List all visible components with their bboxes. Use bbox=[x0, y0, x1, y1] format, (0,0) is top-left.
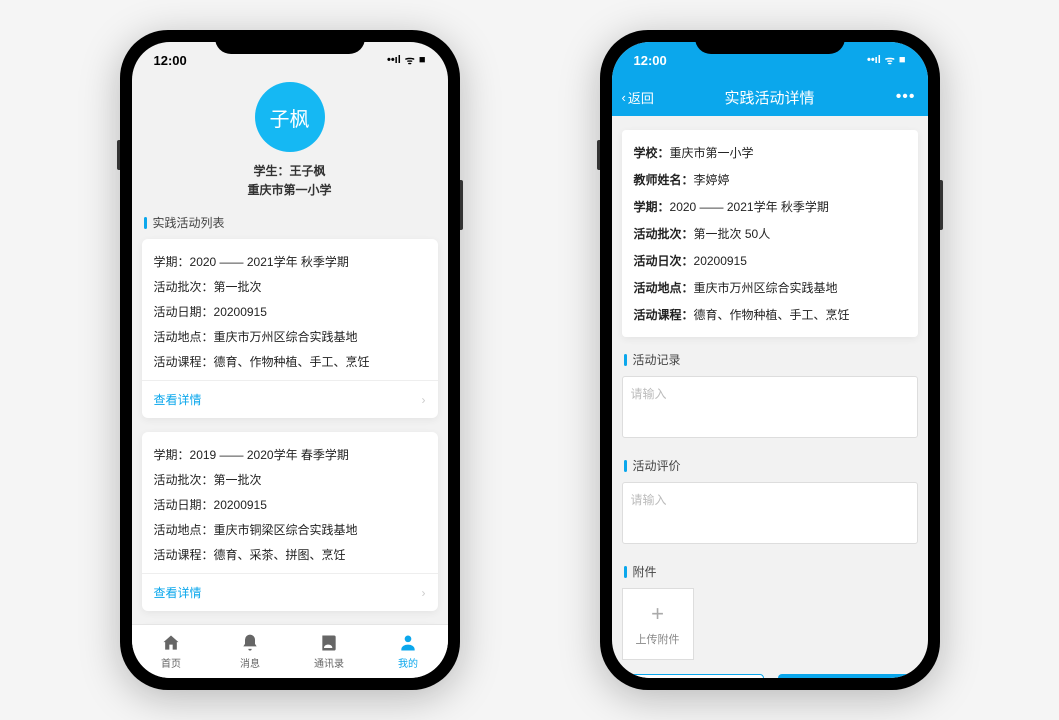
wifi-icon: ᯤ bbox=[885, 53, 895, 68]
view-detail-button[interactable]: 查看详情› bbox=[142, 573, 438, 611]
save-button[interactable]: 保存 bbox=[778, 674, 918, 678]
nav-header: ‹ 返回 实践活动详情 ••• bbox=[612, 78, 928, 116]
bell-icon bbox=[240, 633, 260, 653]
edit-button[interactable]: 编辑 bbox=[622, 674, 764, 678]
user-icon bbox=[398, 633, 418, 653]
page-title: 实践活动详情 bbox=[724, 87, 814, 108]
activity-card: 学期：2020 —— 2021学年 秋季学期 活动批次：第一批次 活动日期：20… bbox=[142, 239, 438, 418]
status-time: 12:00 bbox=[154, 53, 187, 68]
student-info: 学生：王子枫 重庆市第一小学 bbox=[132, 162, 448, 200]
screen: 12:00 ••ıl ᯤ ■ 子枫 学生：王子枫 重庆市第一小学 实践活动列表 … bbox=[132, 42, 448, 678]
tab-bar: 首页 消息 通讯录 我的 bbox=[132, 624, 448, 678]
activity-card: 学期：2019 —— 2020学年 春季学期 活动批次：第一批次 活动日期：20… bbox=[142, 432, 438, 611]
view-detail-button[interactable]: 查看详情› bbox=[142, 380, 438, 418]
upload-button[interactable]: + 上传附件 bbox=[622, 588, 694, 660]
section-title-review: 活动评价 bbox=[612, 457, 928, 482]
battery-icon: ■ bbox=[899, 54, 906, 66]
signal-icon: ••ıl bbox=[867, 54, 881, 66]
action-buttons: 编辑 保存 bbox=[612, 674, 928, 678]
status-time: 12:00 bbox=[634, 53, 667, 68]
section-title-record: 活动记录 bbox=[612, 351, 928, 376]
phone-frame-left: 12:00 ••ıl ᯤ ■ 子枫 学生：王子枫 重庆市第一小学 实践活动列表 … bbox=[120, 30, 460, 690]
review-textarea[interactable] bbox=[622, 482, 918, 544]
screen: 12:00 ••ıl ᯤ ■ ‹ 返回 实践活动详情 ••• 学校：重庆市第一小… bbox=[612, 42, 928, 678]
phone-frame-right: 12:00 ••ıl ᯤ ■ ‹ 返回 实践活动详情 ••• 学校：重庆市第一小… bbox=[600, 30, 940, 690]
status-icons: ••ıl ᯤ ■ bbox=[387, 53, 426, 68]
signal-icon: ••ıl bbox=[387, 54, 401, 66]
section-title-attachment: 附件 bbox=[612, 563, 928, 588]
tab-contacts[interactable]: 通讯录 bbox=[290, 625, 369, 678]
more-button[interactable]: ••• bbox=[896, 88, 916, 106]
status-icons: ••ıl ᯤ ■ bbox=[867, 53, 906, 68]
content-area: 子枫 学生：王子枫 重庆市第一小学 实践活动列表 学期：2020 —— 2021… bbox=[132, 78, 448, 624]
notch bbox=[215, 30, 365, 54]
notch bbox=[695, 30, 845, 54]
back-button[interactable]: ‹ 返回 bbox=[622, 88, 654, 107]
tab-messages[interactable]: 消息 bbox=[211, 625, 290, 678]
chevron-right-icon: › bbox=[422, 586, 426, 600]
record-textarea[interactable] bbox=[622, 376, 918, 438]
tab-profile[interactable]: 我的 bbox=[369, 625, 448, 678]
detail-card: 学校：重庆市第一小学 教师姓名：李婷婷 学期：2020 —— 2021学年 秋季… bbox=[622, 130, 918, 337]
tab-home[interactable]: 首页 bbox=[132, 625, 211, 678]
contacts-icon bbox=[319, 633, 339, 653]
section-title-activities: 实践活动列表 bbox=[132, 214, 448, 239]
chevron-left-icon: ‹ bbox=[622, 90, 626, 105]
avatar[interactable]: 子枫 bbox=[255, 82, 325, 152]
content-area: 学校：重庆市第一小学 教师姓名：李婷婷 学期：2020 —— 2021学年 秋季… bbox=[612, 116, 928, 678]
chevron-right-icon: › bbox=[422, 393, 426, 407]
battery-icon: ■ bbox=[419, 54, 426, 66]
wifi-icon: ᯤ bbox=[405, 53, 415, 68]
plus-icon: + bbox=[651, 601, 664, 627]
home-icon bbox=[161, 633, 181, 653]
